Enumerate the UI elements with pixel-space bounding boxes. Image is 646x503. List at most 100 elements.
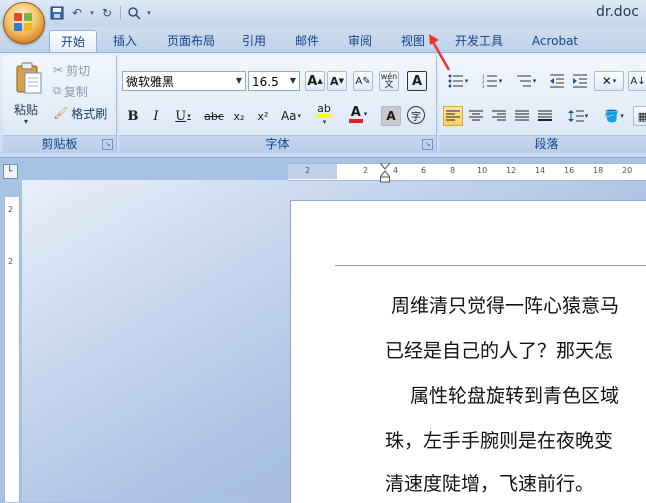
font-launcher-icon[interactable]: ↘ [422, 139, 433, 150]
increase-indent-icon [573, 74, 587, 88]
tab-acrobat[interactable]: Acrobat [524, 30, 586, 52]
cut-label: 剪切 [66, 63, 91, 78]
chevron-down-icon[interactable]: ▼ [287, 72, 299, 90]
customize-dropdown-icon[interactable]: ▾ [145, 4, 153, 22]
quick-access-toolbar: ↶ ▾ ↻ ▾ [48, 3, 153, 22]
grow-font-icon: A [307, 73, 318, 89]
paste-label: 粘贴 [14, 103, 39, 117]
copy-button[interactable]: ⧉ 复制 [53, 82, 88, 100]
sort-button[interactable]: A↓ [628, 71, 646, 91]
align-left-button[interactable] [443, 106, 463, 126]
paragraph-group: 123 ✕ A↓ [439, 55, 646, 153]
superscript-button[interactable]: x² [253, 106, 273, 126]
format-painter-icon: 🖌 [53, 106, 69, 120]
cut-button[interactable]: ✂ 剪切 [53, 61, 90, 79]
tab-references[interactable]: 引用 [232, 30, 276, 52]
paste-dropdown-icon[interactable]: ▾ [24, 117, 28, 126]
tab-review[interactable]: 审阅 [338, 30, 382, 52]
decrease-indent-button[interactable] [547, 71, 567, 91]
font-group: 微软雅黑 ▼ 16.5 ▼ A▲ A▼ A✎ wén文 A B I U abc … [119, 55, 437, 153]
clipboard-group-label: 剪贴板 [3, 135, 116, 153]
line-spacing-button[interactable] [563, 106, 593, 126]
numbering-icon: 123 [482, 74, 497, 88]
ruler-numbers: 2 2 4 6 8 10 12 14 16 18 20 [288, 164, 646, 179]
paint-bucket-icon: 🪣 [604, 109, 620, 123]
title-bar: ↶ ▾ ↻ ▾ dr.doc [0, 0, 646, 28]
distributed-button[interactable] [535, 106, 555, 126]
undo-icon[interactable]: ↶ [68, 4, 86, 22]
document-paragraph: 已经是自己的人了？那天怎 [385, 340, 614, 362]
tab-page-layout[interactable]: 页面布局 [160, 30, 222, 52]
annotation-arrow-icon [429, 34, 451, 71]
copy-label: 复制 [63, 84, 88, 99]
underline-button[interactable]: U [169, 106, 197, 126]
increase-indent-button[interactable] [570, 71, 590, 91]
numbering-button[interactable]: 123 [477, 71, 507, 91]
ruler-number: 8 [450, 166, 456, 175]
character-shading-button[interactable]: A [381, 106, 401, 126]
decrease-indent-icon [550, 74, 564, 88]
ruler-number: 14 [535, 166, 546, 175]
font-size-value: 16.5 [252, 75, 279, 89]
phonetic-guide-button[interactable]: wén 文 [379, 71, 399, 91]
undo-dropdown-icon[interactable]: ▾ [88, 4, 96, 22]
font-color-button[interactable]: A [343, 104, 373, 124]
subscript-button[interactable]: x₂ [229, 106, 249, 126]
clipboard-group: 粘贴 ▾ ✂ 剪切 ⧉ 复制 🖌 格式刷 剪贴板 ↘ [3, 55, 117, 153]
customize-icon[interactable] [125, 4, 143, 22]
borders-icon: ▦ [637, 109, 646, 123]
chinese-layout-button[interactable]: ✕ [594, 71, 624, 91]
copy-icon: ⧉ [53, 84, 61, 97]
highlight-button[interactable]: ab [309, 103, 339, 124]
vertical-ruler[interactable]: 2 2 [4, 197, 20, 502]
office-logo-icon [14, 13, 34, 33]
format-painter-button[interactable]: 🖌 格式刷 [53, 104, 107, 122]
clear-format-button[interactable]: A✎ [353, 71, 373, 91]
tab-selector-button[interactable]: └ [3, 164, 18, 179]
character-border-button[interactable]: A [407, 71, 427, 91]
distributed-icon [538, 110, 552, 121]
clear-format-icon: A✎ [355, 75, 371, 87]
tab-home[interactable]: 开始 [49, 30, 97, 53]
tab-mailings[interactable]: 邮件 [285, 30, 329, 52]
shrink-font-icon: A [330, 74, 339, 88]
tab-developer[interactable]: 开发工具 [446, 30, 512, 52]
highlight-icon: ab [317, 103, 331, 118]
multilevel-list-button[interactable] [511, 71, 541, 91]
font-size-combo[interactable]: 16.5 ▼ [248, 71, 300, 91]
borders-button[interactable]: ▦ [633, 106, 646, 126]
shading-button[interactable]: 🪣 [599, 106, 629, 126]
left-tab-icon: └ [7, 167, 13, 177]
bold-button[interactable]: B [123, 106, 143, 126]
redo-icon[interactable]: ↻ [98, 4, 116, 22]
save-icon[interactable] [48, 4, 66, 22]
enclose-characters-button[interactable]: 字 [407, 106, 425, 124]
shrink-font-button[interactable]: A ▼ [327, 71, 347, 91]
ribbon-tab-strip: 开始 插入 页面布局 引用 邮件 审阅 视图 开发工具 Acrobat [0, 27, 646, 53]
align-center-button[interactable] [466, 106, 486, 126]
strikethrough-button[interactable]: abc [201, 106, 227, 126]
clipboard-launcher-icon[interactable]: ↘ [102, 139, 113, 150]
paragraph-group-label: 段落 [439, 135, 646, 153]
document-body[interactable]: 周维清只觉得一阵心猿意马 已经是自己的人了？那天怎 属性轮盘旋转到青色区域 珠，… [290, 200, 646, 502]
font-name-combo[interactable]: 微软雅黑 ▼ [122, 71, 246, 91]
align-right-button[interactable] [489, 106, 509, 126]
justify-button[interactable] [512, 106, 532, 126]
ruler-number: 2 [305, 166, 311, 175]
italic-button[interactable]: I [146, 106, 166, 126]
underline-icon: U [175, 108, 187, 124]
document-paragraph: 清速度陡增，飞速前行。 [385, 473, 595, 495]
ruler-number: 16 [564, 166, 575, 175]
change-case-button[interactable]: Aa [277, 106, 305, 126]
tab-insert[interactable]: 插入 [103, 30, 147, 52]
chinese-layout-icon: ✕ [601, 74, 612, 88]
ruler-number: 18 [593, 166, 604, 175]
justify-icon [515, 110, 529, 121]
ruler-number: 12 [506, 166, 517, 175]
line-spacing-icon [567, 110, 584, 122]
paste-button[interactable]: 粘贴 ▾ [9, 59, 49, 129]
chevron-down-icon[interactable]: ▼ [233, 72, 245, 90]
grow-font-button[interactable]: A ▲ [305, 71, 325, 91]
office-button[interactable] [3, 2, 45, 44]
ruler-number: 2 [8, 205, 14, 214]
